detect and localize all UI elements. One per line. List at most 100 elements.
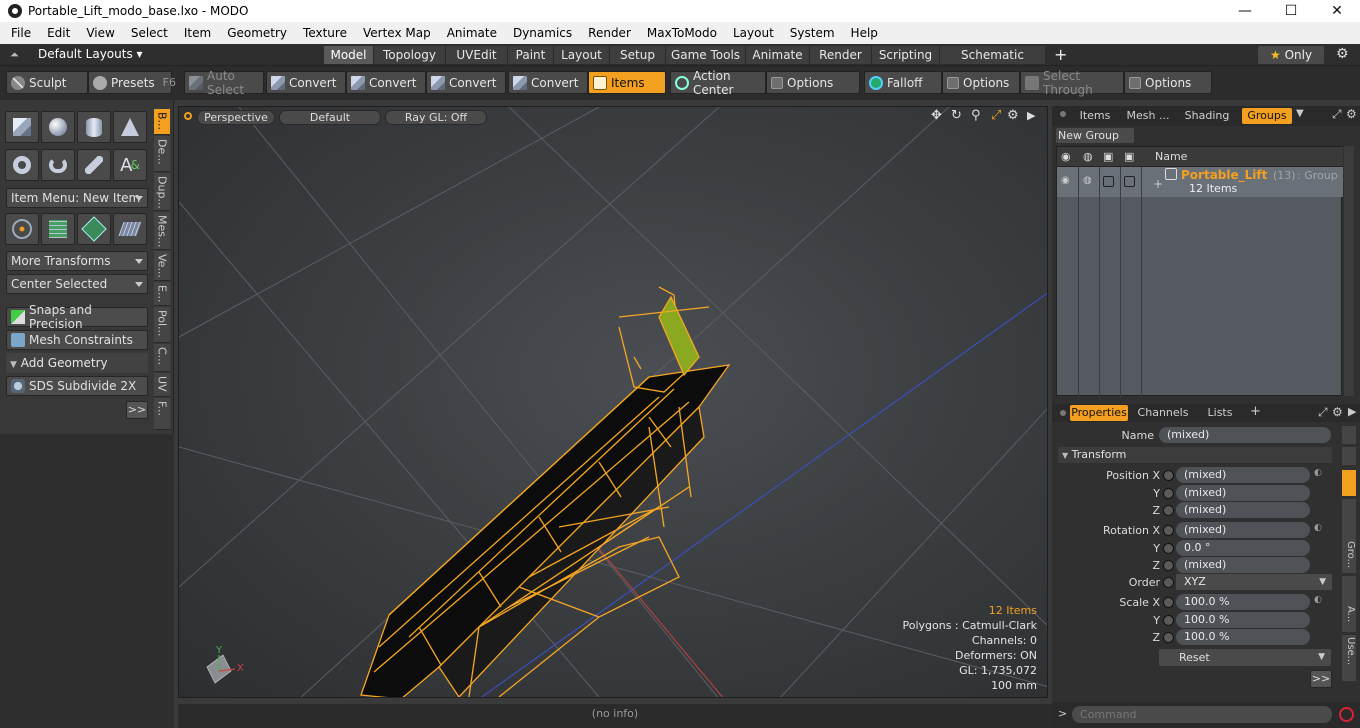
link-icon[interactable]: ◐	[1314, 595, 1322, 605]
maximize-panel-icon[interactable]: ⤢	[1318, 405, 1328, 420]
tab-setup[interactable]: Setup	[610, 46, 666, 64]
tab-mesh[interactable]: Mesh ...	[1122, 108, 1174, 124]
vtab-deform[interactable]: De...	[154, 136, 170, 172]
menu-dynamics[interactable]: Dynamics	[505, 22, 580, 44]
grid-tool-button[interactable]	[41, 213, 75, 245]
convert-edges-button[interactable]: Convert	[346, 71, 426, 94]
scale-x-key[interactable]	[1163, 597, 1174, 608]
tab-uvedit[interactable]: UVEdit	[446, 46, 508, 64]
rotation-y-key[interactable]	[1163, 543, 1174, 554]
add-geometry-header[interactable]: ▼ Add Geometry	[6, 353, 148, 373]
falloff-options-button[interactable]: Options	[942, 71, 1020, 94]
3d-viewport[interactable]: Y X Perspective Default Ray GL: Off ✥ ↻ …	[178, 106, 1048, 698]
auto-select-button[interactable]: Auto Select	[184, 69, 264, 97]
side-tab-active[interactable]	[1342, 470, 1356, 496]
sds-subdivide-button[interactable]: SDS Subdivide 2X	[6, 376, 148, 396]
position-x-key[interactable]	[1163, 470, 1174, 481]
position-y-field[interactable]: (mixed)	[1176, 485, 1310, 501]
ray-gl-button[interactable]: Ray GL: Off	[385, 110, 487, 125]
default-layouts-dropdown[interactable]: Default Layouts ▾	[38, 47, 143, 61]
lock-icon[interactable]: ▣	[1103, 150, 1113, 163]
side-tab-a[interactable]: A...	[1342, 576, 1356, 632]
vtab-uv[interactable]: UV	[154, 373, 170, 397]
rotation-z-field[interactable]: (mixed)	[1176, 557, 1310, 573]
menu-system[interactable]: System	[782, 22, 843, 44]
render-icon[interactable]: ◍	[1083, 175, 1092, 186]
vtab-basic[interactable]: B...	[154, 109, 170, 135]
menu-select[interactable]: Select	[123, 22, 176, 44]
text-tool-button[interactable]: A &	[113, 149, 147, 181]
menu-item[interactable]: Item	[176, 22, 219, 44]
transform-section-header[interactable]: ▼ Transform	[1058, 447, 1332, 463]
select-icon[interactable]: ▣	[1124, 150, 1134, 163]
add-tab-button[interactable]: +	[1250, 404, 1261, 419]
group-list-scrollbar[interactable]	[1344, 146, 1354, 396]
tab-groups[interactable]: Groups	[1242, 108, 1292, 124]
side-tab-groups[interactable]: Gro...	[1342, 499, 1356, 573]
vtab-mesh-edit[interactable]: Mes...	[154, 212, 170, 250]
menu-help[interactable]: Help	[843, 22, 886, 44]
tab-scripting[interactable]: Scripting	[872, 46, 940, 64]
more-properties-button[interactable]: >>	[1310, 670, 1332, 688]
view-mode-button[interactable]: Perspective	[197, 110, 275, 125]
menu-view[interactable]: View	[78, 22, 122, 44]
order-key[interactable]	[1163, 577, 1174, 588]
transform-tool-button[interactable]	[5, 213, 39, 245]
convert-vertices-button[interactable]: Convert	[266, 71, 346, 94]
portable-lift-model[interactable]	[360, 286, 731, 698]
name-field[interactable]: (mixed)	[1159, 427, 1331, 443]
group-name[interactable]: Portable_Lift	[1181, 168, 1267, 182]
link-icon[interactable]: ◐	[1314, 468, 1322, 478]
vtab-fusion[interactable]: F...	[154, 398, 170, 430]
menu-render[interactable]: Render	[580, 22, 639, 44]
scale-y-field[interactable]: 100.0 %	[1176, 612, 1310, 628]
select-through-button[interactable]: Select Through	[1020, 69, 1124, 97]
side-tab-top[interactable]	[1342, 426, 1356, 444]
minimize-button[interactable]: —	[1222, 0, 1268, 22]
add-layout-tab-button[interactable]: +	[1054, 45, 1067, 64]
menu-edit[interactable]: Edit	[39, 22, 78, 44]
more-transforms-dropdown[interactable]: More Transforms	[6, 251, 148, 271]
vtab-duplicate[interactable]: Dup...	[154, 173, 170, 211]
render-icon[interactable]: ◍	[1083, 150, 1093, 163]
scale-x-field[interactable]: 100.0 %	[1176, 594, 1310, 610]
tab-animate[interactable]: Animate	[746, 46, 810, 64]
tab-schematic-fusion[interactable]: Schematic Fusion	[940, 46, 1046, 80]
tab-paint[interactable]: Paint	[508, 46, 554, 64]
tab-game-tools[interactable]: Game Tools	[666, 46, 746, 64]
viewport-options-icon[interactable]	[184, 112, 192, 120]
tab-layout[interactable]: Layout	[554, 46, 610, 64]
tab-topology[interactable]: Topology	[374, 46, 446, 64]
expand-toggle[interactable]: +	[1153, 177, 1163, 191]
menu-maxtomodo[interactable]: MaxToModo	[639, 22, 725, 44]
close-button[interactable]: ✕	[1314, 0, 1360, 22]
menu-file[interactable]: File	[3, 22, 39, 44]
group-list[interactable]: ◉ ◍ ▣ ▣ Name ◉ ◍ + Portable_Lift (13) : …	[1056, 146, 1343, 397]
rotation-x-field[interactable]: (mixed)	[1176, 522, 1310, 538]
capsule-primitive-button[interactable]	[41, 149, 75, 181]
select-checkbox[interactable]	[1124, 176, 1135, 187]
tab-shading[interactable]: Shading	[1178, 108, 1236, 124]
menu-vertex-map[interactable]: Vertex Map	[355, 22, 439, 44]
visibility-eye-icon[interactable]: ◉	[1061, 175, 1070, 186]
only-toggle[interactable]: ★ Only	[1258, 46, 1324, 64]
select-options-button[interactable]: Options	[1124, 71, 1212, 94]
order-dropdown[interactable]: XYZ ▼	[1176, 574, 1332, 590]
zoom-view-icon[interactable]: ⚲	[971, 108, 981, 123]
tab-lists[interactable]: Lists	[1196, 405, 1244, 421]
layout-up-icon[interactable]: ⏶	[10, 48, 19, 62]
convert-materials-button[interactable]: Convert	[508, 71, 588, 94]
rotation-y-field[interactable]: 0.0 °	[1176, 540, 1310, 556]
more-tools-button[interactable]: >>	[126, 401, 148, 419]
move-view-icon[interactable]: ✥	[931, 108, 942, 123]
tab-render[interactable]: Render	[810, 46, 872, 64]
snaps-precision-button[interactable]: Snaps and Precision	[6, 303, 148, 331]
presets-button[interactable]: Presets F6	[88, 71, 176, 94]
panel-settings-gear-icon[interactable]: ⚙	[1332, 405, 1343, 419]
gear-icon[interactable]: ⚙	[1336, 46, 1349, 62]
new-group-button[interactable]: New Group	[1056, 128, 1134, 143]
convert-polygons-button[interactable]: Convert	[426, 71, 506, 94]
tab-properties[interactable]: Properties	[1070, 405, 1128, 421]
torus-primitive-button[interactable]	[5, 149, 39, 181]
vtab-vertex[interactable]: Ve...	[154, 251, 170, 281]
